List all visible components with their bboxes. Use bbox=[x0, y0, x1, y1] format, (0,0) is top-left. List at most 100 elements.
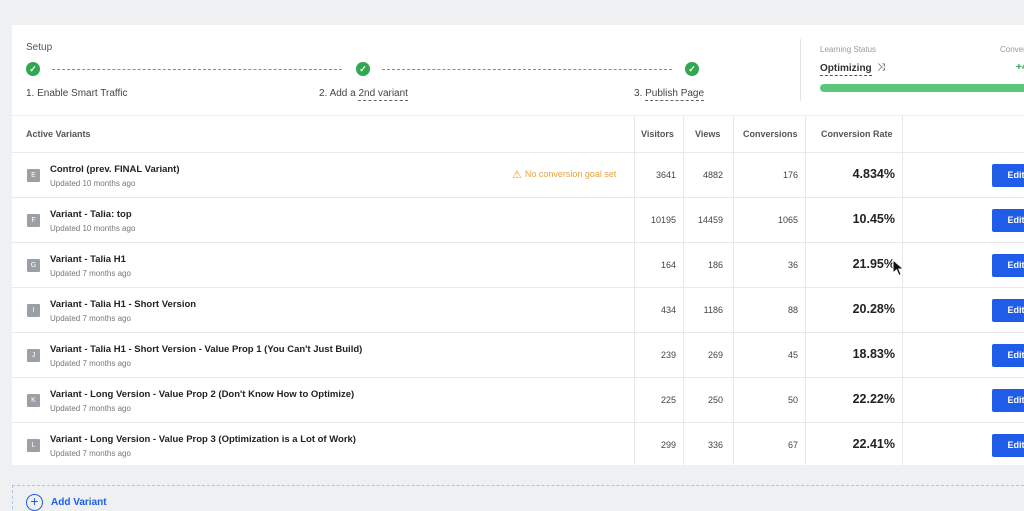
visitors-cell: 299 bbox=[660, 440, 676, 450]
visitors-cell: 239 bbox=[660, 350, 676, 360]
variant-name[interactable]: Control (prev. FINAL Variant) bbox=[50, 164, 180, 175]
conversions-cell: 88 bbox=[787, 305, 798, 315]
setup-divider bbox=[800, 39, 801, 101]
edit-button[interactable]: Edit bbox=[992, 389, 1024, 412]
conversions-cell: 67 bbox=[787, 440, 798, 450]
conversions-cell: 36 bbox=[787, 260, 798, 270]
table-header: Active Variants Visitors Views Conversio… bbox=[12, 116, 1024, 153]
conversion-rate-cell: 4.834% bbox=[852, 167, 895, 181]
variant-name[interactable]: Variant - Long Version - Value Prop 3 (O… bbox=[50, 434, 356, 445]
views-cell: 4882 bbox=[702, 170, 723, 180]
step-2-label[interactable]: 2. Add a 2nd variant bbox=[319, 88, 408, 101]
step-2-check-icon: ✓ bbox=[356, 62, 370, 76]
header-visitors[interactable]: Visitors bbox=[641, 129, 674, 139]
edit-button[interactable]: Edit bbox=[992, 209, 1024, 232]
step-3-link[interactable]: Publish Page bbox=[645, 88, 705, 101]
variant-name[interactable]: Variant - Long Version - Value Prop 2 (D… bbox=[50, 389, 354, 400]
variant-letter-badge: G bbox=[27, 259, 40, 272]
views-cell: 250 bbox=[707, 395, 723, 405]
variant-updated: Updated 7 months ago bbox=[50, 404, 131, 413]
warning-icon: ⚠ bbox=[512, 169, 522, 181]
conversions-cell: 45 bbox=[787, 350, 798, 360]
variant-letter-badge: K bbox=[27, 394, 40, 407]
table-row[interactable]: J Variant - Talia H1 - Short Version - Va… bbox=[12, 333, 1024, 378]
visitors-cell: 10195 bbox=[650, 215, 676, 225]
plus-circle-icon[interactable]: + bbox=[26, 494, 43, 511]
table-row[interactable]: I Variant - Talia H1 - Short Version Updat… bbox=[12, 288, 1024, 333]
learning-status-text: Optimizing bbox=[820, 63, 872, 76]
step-3-label-prefix: 3. bbox=[634, 88, 646, 99]
step-connector-2 bbox=[382, 69, 672, 70]
variant-letter-badge: I bbox=[27, 304, 40, 317]
views-cell: 336 bbox=[707, 440, 723, 450]
variant-updated: Updated 7 months ago bbox=[50, 449, 131, 458]
header-views[interactable]: Views bbox=[695, 129, 720, 139]
step-1-label: 1. Enable Smart Traffic bbox=[26, 88, 128, 99]
table-row[interactable]: L Variant - Long Version - Value Prop 3 (… bbox=[12, 423, 1024, 468]
step-2-link[interactable]: 2nd variant bbox=[358, 88, 408, 101]
learning-progress-bar bbox=[820, 84, 1024, 92]
conversion-rate-cell: 22.41% bbox=[852, 437, 895, 451]
header-active-variants: Active Variants bbox=[26, 129, 91, 139]
edit-button[interactable]: Edit bbox=[992, 164, 1024, 187]
conversion-rate-cell: 18.83% bbox=[852, 347, 895, 361]
table-row[interactable]: F Variant - Talia: top Updated 10 months a… bbox=[12, 198, 1024, 243]
learning-status-value[interactable]: Optimizing bbox=[820, 63, 872, 76]
setup-title: Setup bbox=[26, 42, 53, 53]
edit-button[interactable]: Edit bbox=[992, 344, 1024, 367]
visitors-cell: 164 bbox=[660, 260, 676, 270]
conversions-label: Conversi bbox=[1000, 45, 1024, 54]
visitors-cell: 225 bbox=[660, 395, 676, 405]
variant-name[interactable]: Variant - Talia H1 - Short Version - Val… bbox=[50, 344, 362, 355]
table-row[interactable]: K Variant - Long Version - Value Prop 2 (… bbox=[12, 378, 1024, 423]
step-3-label[interactable]: 3. Publish Page bbox=[634, 88, 705, 101]
variant-letter-badge: E bbox=[27, 169, 40, 182]
edit-button[interactable]: Edit bbox=[992, 299, 1024, 322]
conversions-cell: 50 bbox=[787, 395, 798, 405]
edit-button[interactable]: Edit bbox=[992, 254, 1024, 277]
add-variant-link[interactable]: Add Variant bbox=[51, 497, 107, 508]
mouse-cursor-icon bbox=[892, 259, 905, 277]
conversions-value: +4 bbox=[1016, 62, 1024, 73]
variant-letter-badge: F bbox=[27, 214, 40, 227]
conversion-rate-cell: 21.95% bbox=[852, 257, 895, 271]
variant-letter-badge: J bbox=[27, 349, 40, 362]
conversion-rate-cell: 22.22% bbox=[852, 392, 895, 406]
shuffle-icon[interactable]: ⤨ bbox=[877, 62, 885, 73]
step-2-label-prefix: 2. Add a bbox=[319, 88, 359, 99]
variant-name[interactable]: Variant - Talia: top bbox=[50, 209, 132, 220]
views-cell: 269 bbox=[707, 350, 723, 360]
variant-updated: Updated 10 months ago bbox=[50, 179, 136, 188]
variant-updated: Updated 7 months ago bbox=[50, 314, 131, 323]
views-cell: 186 bbox=[707, 260, 723, 270]
learning-progress-fill bbox=[820, 84, 1024, 92]
variants-table: Active Variants Visitors Views Conversio… bbox=[12, 116, 1024, 465]
conversion-rate-cell: 20.28% bbox=[852, 302, 895, 316]
step-1-check-icon: ✓ bbox=[26, 62, 40, 76]
variant-name[interactable]: Variant - Talia H1 bbox=[50, 254, 126, 265]
variant-updated: Updated 10 months ago bbox=[50, 224, 136, 233]
variant-letter-badge: L bbox=[27, 439, 40, 452]
add-variant-dropzone[interactable]: + Add Variant bbox=[12, 485, 1024, 511]
visitors-cell: 434 bbox=[660, 305, 676, 315]
views-cell: 1186 bbox=[703, 305, 723, 315]
variant-updated: Updated 7 months ago bbox=[50, 269, 131, 278]
conversion-rate-cell: 10.45% bbox=[852, 212, 895, 226]
conversions-cell: 176 bbox=[782, 170, 798, 180]
variant-updated: Updated 7 months ago bbox=[50, 359, 131, 368]
visitors-cell: 3641 bbox=[655, 170, 676, 180]
warning-message: ⚠ No conversion goal set bbox=[512, 168, 616, 181]
step-connector-1 bbox=[52, 69, 342, 70]
table-row[interactable]: E Control (prev. FINAL Variant) Updated 10… bbox=[12, 153, 1024, 198]
views-cell: 14459 bbox=[697, 215, 723, 225]
learning-status-label: Learning Status bbox=[820, 45, 877, 54]
header-conversions[interactable]: Conversions bbox=[743, 129, 798, 139]
header-conversion-rate[interactable]: Conversion Rate bbox=[821, 129, 893, 139]
step-3-check-icon: ✓ bbox=[685, 62, 699, 76]
setup-panel: Setup ✓ ✓ ✓ 1. Enable Smart Traffic 2. A… bbox=[12, 25, 1024, 115]
edit-button[interactable]: Edit bbox=[992, 434, 1024, 457]
warning-text: No conversion goal set bbox=[524, 169, 617, 179]
variant-name[interactable]: Variant - Talia H1 - Short Version bbox=[50, 299, 196, 310]
conversions-cell: 1065 bbox=[777, 215, 798, 225]
table-row[interactable]: G Variant - Talia H1 Updated 7 months ago 1… bbox=[12, 243, 1024, 288]
